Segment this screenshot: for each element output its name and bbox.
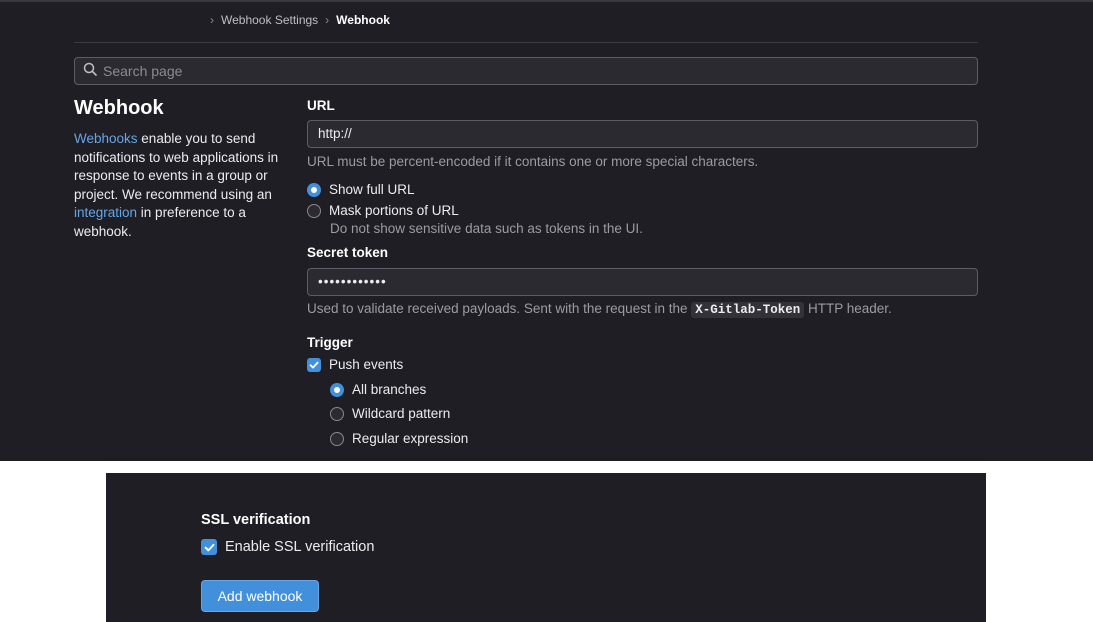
checkbox-label: Push events [329, 357, 404, 372]
mask-help-text: Do not show sensitive data such as token… [330, 221, 643, 236]
radio-show-full-url[interactable]: Show full URL [307, 182, 415, 197]
radio-unselected-icon[interactable] [330, 431, 344, 446]
secret-token-input[interactable]: •••••••••••• [307, 268, 978, 296]
radio-selected-icon[interactable] [330, 382, 344, 397]
radio-label: Regular expression [352, 431, 469, 446]
secret-help-pre: Used to validate received payloads. Sent… [307, 301, 692, 316]
ssl-verification-label: SSL verification [201, 512, 311, 528]
radio-label: Show full URL [329, 182, 415, 197]
page-title: Webhook [74, 97, 164, 119]
secret-token-help: Used to validate received payloads. Sent… [307, 301, 892, 318]
checkbox-enable-ssl[interactable]: Enable SSL verification [201, 539, 374, 555]
url-input[interactable]: http:// [307, 120, 978, 148]
radio-label: Mask portions of URL [329, 203, 459, 218]
radio-label: All branches [352, 382, 427, 397]
header-divider [74, 42, 978, 43]
checkbox-checked-icon[interactable] [307, 357, 321, 372]
search-box[interactable] [74, 57, 978, 85]
radio-wildcard-pattern[interactable]: Wildcard pattern [330, 406, 450, 421]
checkbox-label: Enable SSL verification [225, 539, 375, 555]
webhooks-link[interactable]: Webhooks [74, 131, 138, 146]
radio-all-branches[interactable]: All branches [330, 382, 426, 397]
radio-mask-url[interactable]: Mask portions of URL [307, 203, 459, 218]
breadcrumb-webhook-settings[interactable]: Webhook Settings [221, 13, 318, 27]
radio-regular-expression[interactable]: Regular expression [330, 431, 468, 446]
url-help-text: URL must be percent-encoded if it contai… [307, 154, 759, 169]
secret-token-label: Secret token [307, 245, 389, 260]
url-label: URL [307, 98, 335, 113]
secret-help-post: HTTP header. [804, 301, 892, 316]
breadcrumb: › Webhook Settings › Webhook [210, 13, 390, 27]
integration-link[interactable]: integration [74, 205, 137, 220]
checkbox-push-events[interactable]: Push events [307, 357, 403, 372]
add-webhook-button[interactable]: Add webhook [201, 580, 319, 612]
breadcrumb-current: Webhook [336, 13, 390, 27]
radio-label: Wildcard pattern [352, 406, 451, 421]
breadcrumb-separator-icon: › [325, 13, 330, 27]
radio-unselected-icon[interactable] [307, 203, 321, 218]
radio-unselected-icon[interactable] [330, 406, 344, 421]
trigger-label: Trigger [307, 335, 353, 350]
radio-selected-icon[interactable] [307, 182, 321, 197]
header-code: X-Gitlab-Token [691, 302, 805, 318]
breadcrumb-separator-icon: › [210, 13, 214, 27]
checkbox-checked-icon[interactable] [201, 539, 217, 555]
search-icon [83, 62, 97, 81]
search-input[interactable] [101, 62, 965, 80]
page-description: Webhooks enable you to send notification… [74, 130, 289, 241]
